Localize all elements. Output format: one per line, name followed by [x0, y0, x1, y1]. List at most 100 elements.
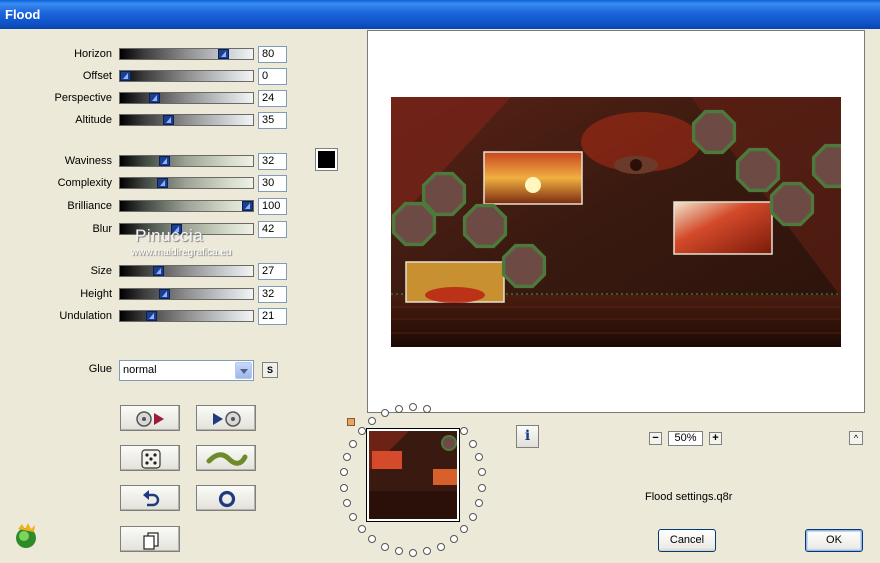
- brilliance-slider-thumb[interactable]: [242, 201, 253, 211]
- size-slider-thumb[interactable]: [153, 266, 164, 276]
- brilliance-label: Brilliance: [67, 200, 112, 212]
- dialog-client: Horizon 80 Offset 0 Perspective 24 Altitude 35 W…: [0, 29, 880, 563]
- navigator-ring-dot[interactable]: [395, 547, 403, 555]
- blur-value-field[interactable]: 42: [258, 221, 287, 238]
- navigator-ring-dot[interactable]: [340, 468, 348, 476]
- height-value-field[interactable]: 32: [258, 286, 287, 303]
- perspective-value-field[interactable]: 24: [258, 90, 287, 107]
- height-label: Height: [80, 288, 112, 300]
- navigator-ring-dot[interactable]: [409, 549, 417, 557]
- navigator-ring-dot[interactable]: [409, 403, 417, 411]
- navigator-ring-dot[interactable]: [437, 543, 445, 551]
- height-slider[interactable]: [119, 288, 254, 300]
- info-button[interactable]: i: [516, 425, 539, 448]
- navigator-ring-dot[interactable]: [469, 440, 477, 448]
- navigator-ring-dot[interactable]: [368, 535, 376, 543]
- navigator-ring-dot[interactable]: [460, 427, 468, 435]
- brilliance-slider[interactable]: [119, 200, 254, 212]
- navigator-thumbnail[interactable]: [366, 428, 460, 522]
- waviness-slider[interactable]: [119, 155, 254, 167]
- brilliance-value-field[interactable]: 100: [258, 198, 287, 215]
- navigator-ring-dot[interactable]: [349, 513, 357, 521]
- offset-slider[interactable]: [119, 70, 254, 82]
- altitude-value-field[interactable]: 35: [258, 112, 287, 129]
- complexity-label: Complexity: [57, 177, 112, 189]
- navigator-ring-dot[interactable]: [358, 427, 366, 435]
- window-title: Flood: [5, 7, 41, 22]
- navigator-ring-dot[interactable]: [368, 417, 376, 425]
- save-preset-icon: [213, 411, 241, 427]
- undulation-slider[interactable]: [119, 310, 254, 322]
- copy-button[interactable]: [120, 526, 180, 552]
- altitude-label: Altitude: [75, 114, 112, 126]
- randomize-button[interactable]: [120, 445, 180, 471]
- navigator-ring-dot[interactable]: [475, 499, 483, 507]
- horizon-value-field[interactable]: 80: [258, 46, 287, 63]
- navigator-ring-dot[interactable]: [340, 484, 348, 492]
- navigator-ring-dot[interactable]: [381, 409, 389, 417]
- glue-select[interactable]: normal: [119, 360, 254, 381]
- undo-icon: [143, 490, 160, 507]
- offset-slider-thumb[interactable]: [120, 71, 131, 81]
- collapse-button[interactable]: ^: [849, 431, 863, 445]
- watermark-name: Pinuccia: [135, 226, 204, 245]
- altitude-slider[interactable]: [119, 114, 254, 126]
- navigator-ring-dot[interactable]: [478, 468, 486, 476]
- waviness-slider-thumb[interactable]: [159, 156, 170, 166]
- waviness-value-field[interactable]: 32: [258, 153, 287, 170]
- offset-value-field[interactable]: 0: [258, 68, 287, 85]
- navigator-ring-dot[interactable]: [460, 525, 468, 533]
- perspective-slider[interactable]: [119, 92, 254, 104]
- cancel-button[interactable]: Cancel: [658, 529, 716, 552]
- navigator-ring-dot[interactable]: [450, 535, 458, 543]
- navigator-ring-dot[interactable]: [343, 453, 351, 461]
- zoom-level: 50%: [668, 431, 703, 446]
- horizon-label: Horizon: [74, 48, 112, 60]
- complexity-slider[interactable]: [119, 177, 254, 189]
- complexity-value-field[interactable]: 30: [258, 175, 287, 192]
- reset-button[interactable]: [196, 485, 256, 511]
- navigator-ring-dot[interactable]: [423, 405, 431, 413]
- glue-s-button[interactable]: S: [262, 362, 278, 378]
- size-slider[interactable]: [119, 265, 254, 277]
- complexity-slider-thumb[interactable]: [157, 178, 168, 188]
- randomize-dice-icon: [141, 449, 161, 469]
- navigator-handle[interactable]: [347, 418, 355, 426]
- watermark-url: www.maidiregrafica.eu: [131, 247, 232, 258]
- ok-button[interactable]: OK: [805, 529, 863, 552]
- horizon-slider-thumb[interactable]: [218, 49, 229, 59]
- offset-label: Offset: [82, 70, 112, 82]
- preview-image: [391, 97, 841, 347]
- wave-icon: [206, 452, 248, 466]
- app-logo-icon: [16, 523, 36, 548]
- navigator-ring-dot[interactable]: [469, 513, 477, 521]
- chevron-down-icon[interactable]: [235, 362, 252, 379]
- altitude-slider-thumb[interactable]: [163, 115, 174, 125]
- load-preset-icon: [136, 411, 164, 427]
- navigator-ring-dot[interactable]: [395, 405, 403, 413]
- undulation-label: Undulation: [59, 310, 112, 322]
- horizon-slider[interactable]: [119, 48, 254, 60]
- navigator-thumbnail-image: [369, 431, 457, 519]
- navigator-ring-dot[interactable]: [358, 525, 366, 533]
- undulation-slider-thumb[interactable]: [146, 311, 157, 321]
- color-swatch[interactable]: [315, 148, 338, 171]
- wave-button[interactable]: [196, 445, 256, 471]
- load-preset-button[interactable]: [120, 405, 180, 431]
- undo-button[interactable]: [120, 485, 180, 511]
- navigator-ring-dot[interactable]: [475, 453, 483, 461]
- preview-pane[interactable]: [367, 30, 865, 413]
- undulation-value-field[interactable]: 21: [258, 308, 287, 325]
- zoom-in-button[interactable]: +: [709, 432, 722, 445]
- navigator-ring-dot[interactable]: [343, 499, 351, 507]
- perspective-slider-thumb[interactable]: [149, 93, 160, 103]
- reset-circle-icon: [218, 490, 236, 508]
- size-value-field[interactable]: 27: [258, 263, 287, 280]
- height-slider-thumb[interactable]: [159, 289, 170, 299]
- zoom-out-button[interactable]: −: [649, 432, 662, 445]
- navigator-ring-dot[interactable]: [478, 484, 486, 492]
- navigator-ring-dot[interactable]: [349, 440, 357, 448]
- navigator-ring-dot[interactable]: [423, 547, 431, 555]
- navigator-ring-dot[interactable]: [381, 543, 389, 551]
- save-preset-button[interactable]: [196, 405, 256, 431]
